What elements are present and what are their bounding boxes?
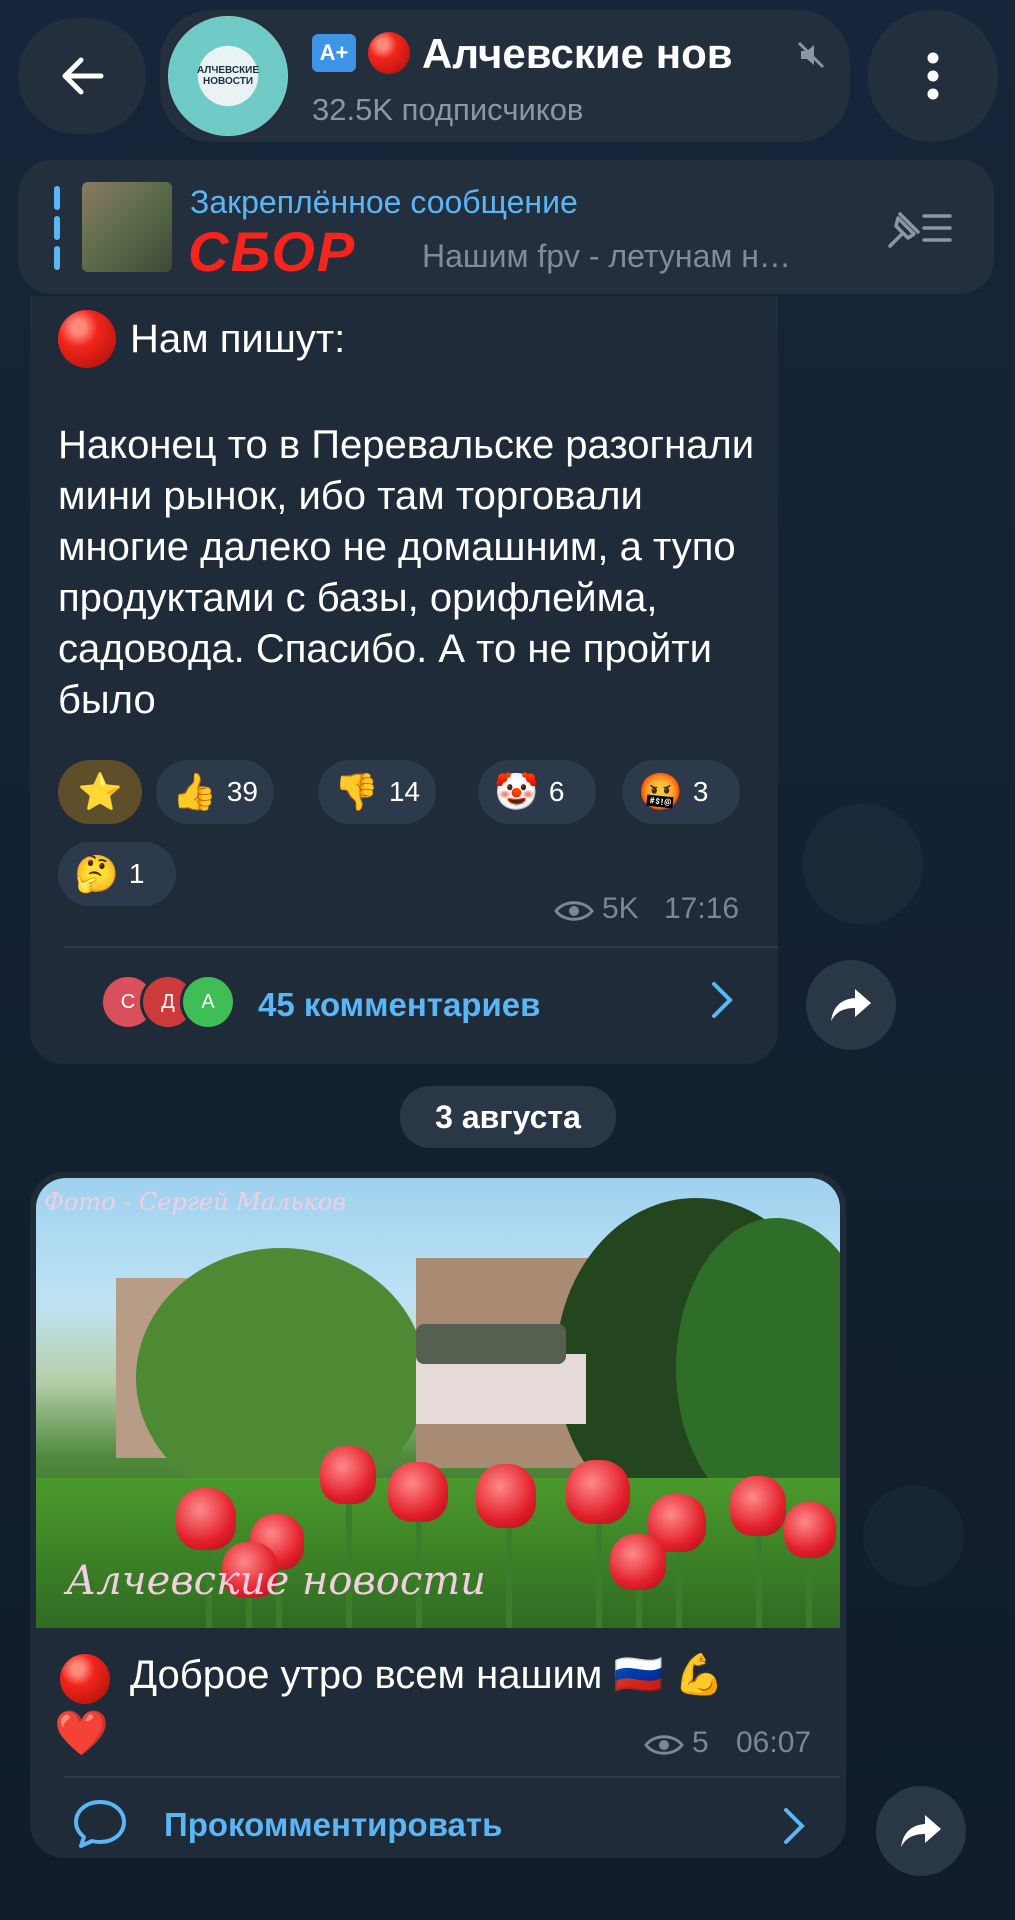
pinned-list-icon[interactable] <box>886 206 956 250</box>
pinned-indicator <box>54 216 60 240</box>
pinned-indicator <box>54 186 60 210</box>
thumbs-down-icon: 👎 <box>334 771 379 812</box>
chevron-right-icon[interactable] <box>782 1806 806 1856</box>
message-time: 17:16 <box>664 892 740 925</box>
views-eye-icon <box>644 1735 684 1755</box>
reaction-count: 39 <box>226 776 258 807</box>
comment-bubble-icon <box>74 1800 126 1848</box>
pinned-preview: Нашим fpv - летунам н… <box>422 238 791 274</box>
tree <box>136 1248 426 1508</box>
thinking-face-icon: 🤔 <box>74 853 119 894</box>
reaction-thumbs-up[interactable]: 👍 39 <box>156 760 274 824</box>
message-text: Доброе утро всем нашим 🇷🇺 💪 <box>130 1653 725 1697</box>
subscriber-count: 32.5K подписчиков <box>312 92 584 127</box>
commenter-avatars: С Д А <box>66 972 246 1032</box>
photo-watermark-channel: Алчевские новости <box>66 1558 486 1604</box>
reaction-count: 3 <box>692 776 709 807</box>
comments-link[interactable]: 45 комментариев <box>258 986 540 1024</box>
channel-title: Алчевские нов <box>422 30 733 77</box>
reaction-count: 14 <box>388 776 420 807</box>
monument-pedestal <box>416 1354 586 1424</box>
back-button[interactable] <box>18 18 146 134</box>
star-icon: ⭐ <box>77 771 123 812</box>
reaction-count: 1 <box>128 858 145 889</box>
thumbs-up-icon: 👍 <box>172 771 217 812</box>
clown-icon: 🤡 <box>494 771 539 812</box>
channel-avatar: АЛЧЕВСКИЕ НОВОСТИ <box>168 16 288 136</box>
pinned-sbor-text: СБОР <box>188 220 357 283</box>
red-circle-icon <box>60 1654 110 1704</box>
more-vertical-icon <box>927 52 939 100</box>
comment-action[interactable]: Прокомментировать <box>164 1806 502 1844</box>
reaction-count: 6 <box>548 776 565 807</box>
tank-monument <box>416 1324 566 1364</box>
reaction-angry[interactable]: 🤬 3 <box>622 760 740 824</box>
red-circle-icon <box>368 32 410 74</box>
pinned-thumbnail <box>82 182 172 272</box>
share-arrow-icon <box>831 989 871 1021</box>
heart-icon: ❤️ <box>54 1709 109 1758</box>
date-separator: 3 августа <box>400 1086 616 1148</box>
message-bubble[interactable]: Фото - Сергей Мальков Алчевские новости … <box>30 1172 846 1858</box>
message-time: 06:07 <box>736 1726 812 1759</box>
more-options-button[interactable] <box>868 10 998 142</box>
channel-badge-icon: A+ <box>312 34 356 72</box>
message-intro: Нам пишут: <box>130 317 346 361</box>
angry-face-icon: 🤬 <box>638 771 683 812</box>
chevron-right-icon[interactable] <box>710 980 734 1030</box>
pinned-indicator <box>54 246 60 270</box>
pinned-title: Закреплённое сообщение <box>190 184 578 220</box>
red-circle-icon <box>58 310 116 368</box>
message-photo[interactable]: Фото - Сергей Мальков Алчевские новости <box>36 1178 840 1628</box>
share-arrow-icon <box>901 1815 941 1847</box>
muted-icon <box>797 41 825 69</box>
photo-watermark-author: Фото - Сергей Мальков <box>44 1188 347 1216</box>
views-eye-icon <box>554 901 594 921</box>
pinned-message-bar[interactable]: Закреплённое сообщение СБОР Нашим fpv - … <box>18 160 994 294</box>
message-bubble[interactable]: Нам пишут: Наконец то в Перевальске разо… <box>30 296 778 1064</box>
share-button[interactable] <box>806 960 896 1050</box>
reaction-clown[interactable]: 🤡 6 <box>478 760 596 824</box>
view-count: 5 <box>692 1726 709 1759</box>
divider <box>64 946 778 948</box>
back-arrow-icon <box>62 57 104 95</box>
avatar-logo-text: АЛЧЕВСКИЕ НОВОСТИ <box>196 65 260 87</box>
view-count: 5K <box>602 892 639 925</box>
share-button[interactable] <box>876 1786 966 1876</box>
avatar: А <box>180 974 236 1030</box>
channel-header[interactable]: АЛЧЕВСКИЕ НОВОСТИ A+ Алчевские нов 32.5K… <box>160 10 850 142</box>
divider <box>64 1776 840 1778</box>
reaction-star[interactable]: ⭐ <box>58 760 142 824</box>
message-text: Наконец то в Перевальске разогнали мини … <box>58 423 755 722</box>
reaction-thumbs-down[interactable]: 👎 14 <box>318 760 436 824</box>
reaction-thinking[interactable]: 🤔 1 <box>58 842 176 906</box>
